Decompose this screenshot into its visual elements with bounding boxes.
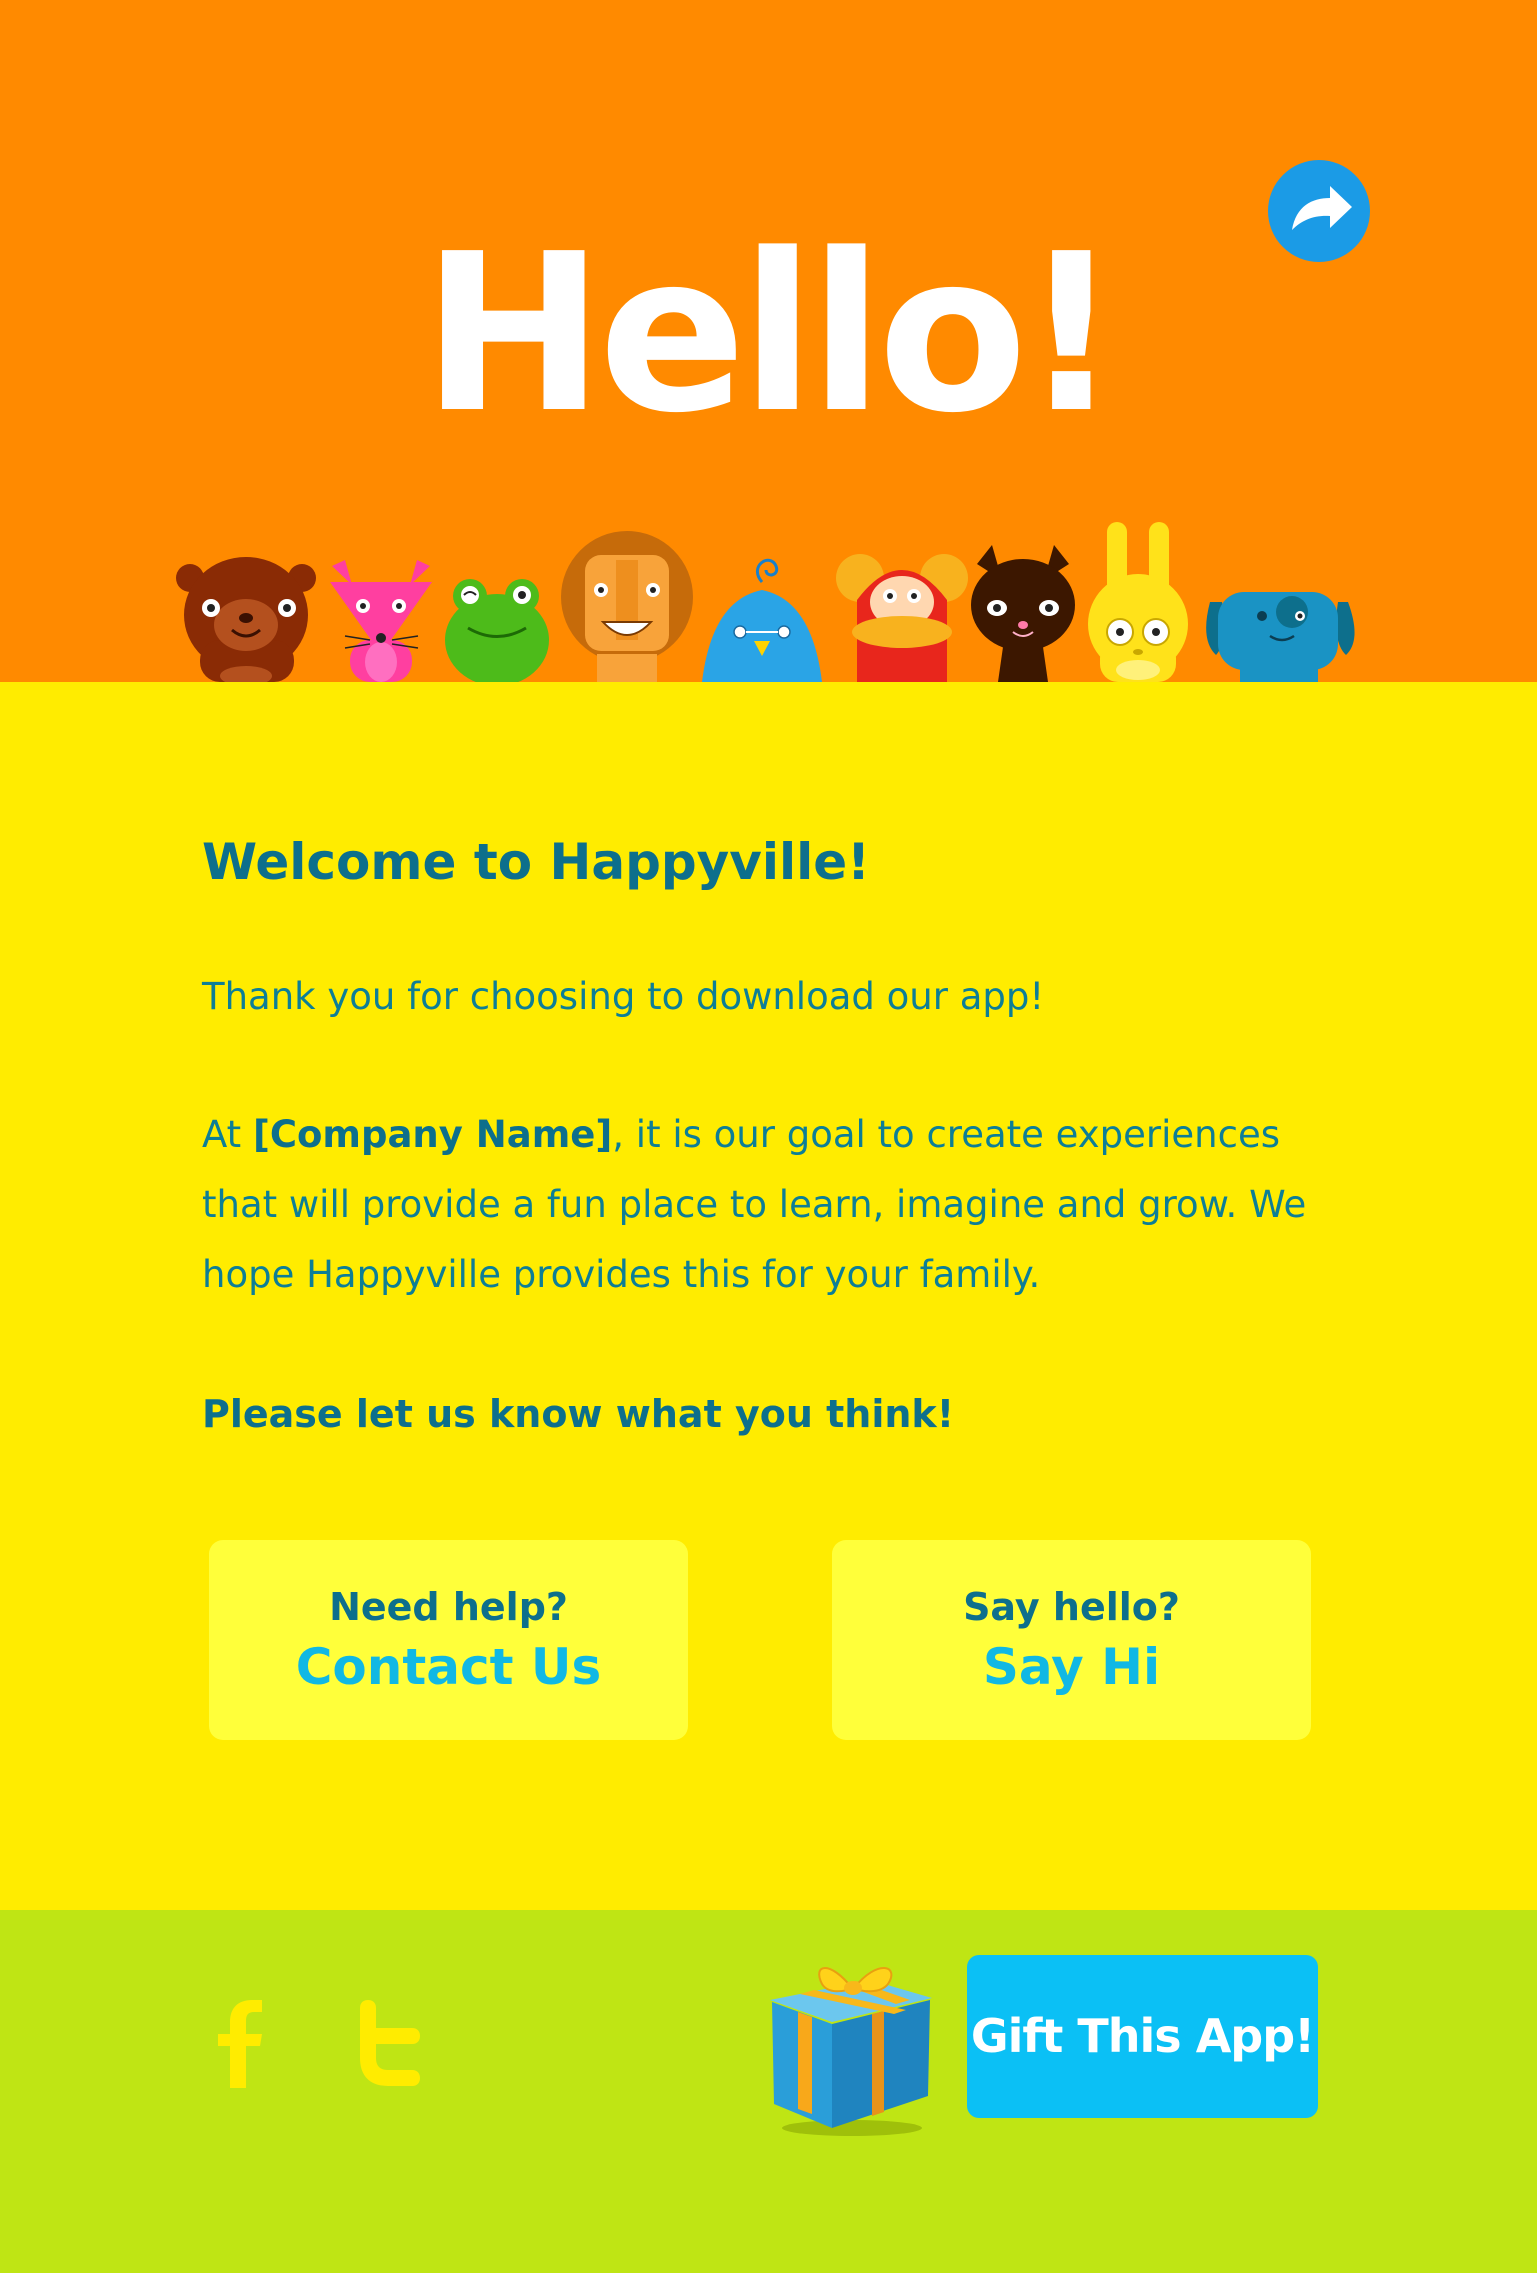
app-screen: Hello! Welcome to Happyville! Thank you … bbox=[0, 0, 1537, 2273]
gift-box-icon bbox=[770, 1967, 932, 2136]
mission-paragraph: At [Company Name], it is our goal to cre… bbox=[202, 1100, 1322, 1310]
say-hi-card[interactable]: Say hello? Say Hi bbox=[832, 1540, 1311, 1740]
header: Hello! bbox=[0, 0, 1537, 682]
bear-icon bbox=[176, 557, 316, 682]
fox-icon bbox=[330, 560, 432, 682]
feedback-prompt: Please let us know what you think! bbox=[202, 1392, 955, 1436]
thank-you-paragraph: Thank you for choosing to download our a… bbox=[202, 975, 1045, 1018]
contact-us-card[interactable]: Need help? Contact Us bbox=[209, 1540, 688, 1740]
character-lineup bbox=[176, 522, 1355, 682]
cat-icon bbox=[971, 545, 1075, 682]
welcome-heading: Welcome to Happyville! bbox=[202, 833, 870, 891]
main-content: Welcome to Happyville! Thank you for cho… bbox=[0, 682, 1537, 1910]
bird-icon bbox=[702, 558, 822, 682]
mission-prefix: At bbox=[202, 1113, 253, 1156]
footer: Gift This App! bbox=[0, 1910, 1537, 2273]
monkey-icon bbox=[836, 554, 968, 682]
contact-us-link[interactable]: Contact Us bbox=[209, 1636, 688, 1698]
say-hello-label: Say hello? bbox=[963, 1585, 1180, 1629]
lion-icon bbox=[561, 531, 693, 682]
facebook-icon[interactable] bbox=[216, 1998, 264, 2088]
dog-icon bbox=[1206, 592, 1355, 682]
gift-this-app-button[interactable]: Gift This App! bbox=[967, 1955, 1318, 2118]
rabbit-icon bbox=[1088, 522, 1188, 682]
need-help-label: Need help? bbox=[329, 1585, 568, 1629]
frog-icon bbox=[445, 579, 549, 682]
company-name: [Company Name] bbox=[252, 1113, 613, 1156]
say-hi-link[interactable]: Say Hi bbox=[832, 1636, 1311, 1698]
twitter-icon[interactable] bbox=[358, 1998, 422, 2088]
